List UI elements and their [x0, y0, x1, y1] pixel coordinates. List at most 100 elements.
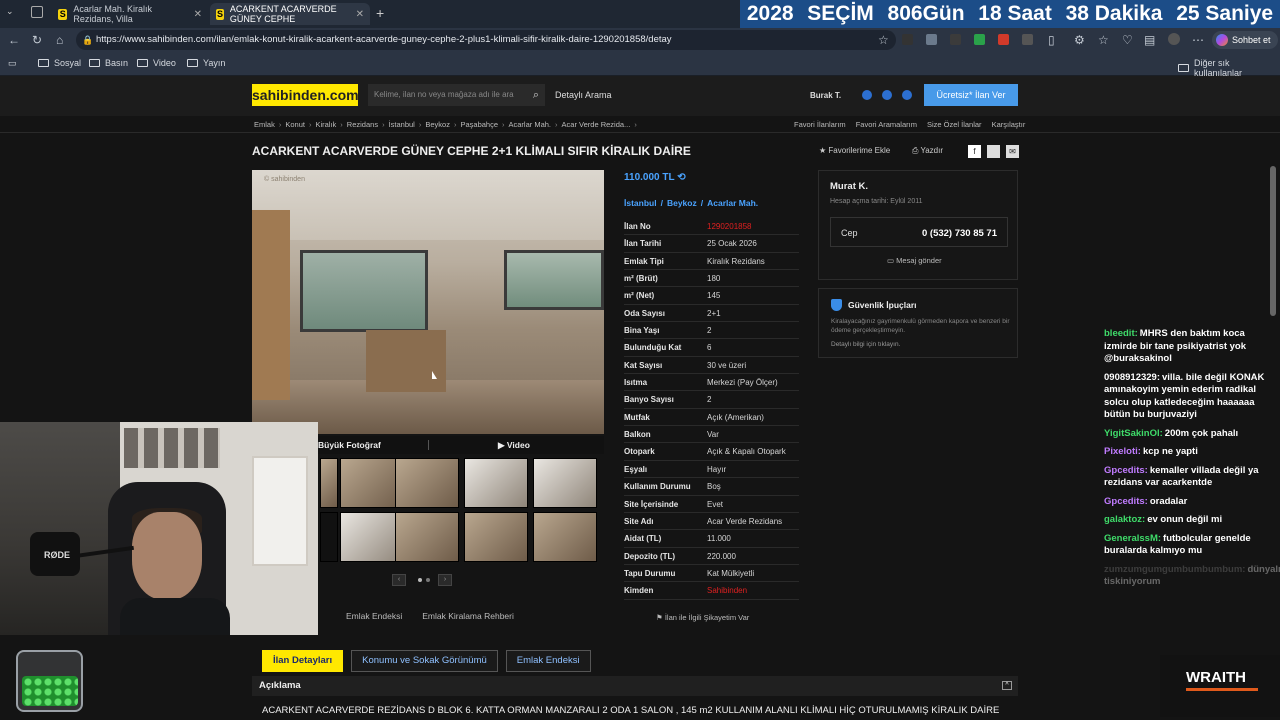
photo-thumbnail[interactable]: [464, 512, 528, 562]
email-share-icon[interactable]: ✉: [1006, 145, 1019, 158]
profile-avatar[interactable]: [1168, 33, 1180, 45]
page-dot[interactable]: [418, 578, 422, 582]
detail-row: m² (Net) 145: [624, 287, 799, 305]
bookmark-folder[interactable]: Video: [137, 58, 176, 68]
collections-icon[interactable]: ♡: [1122, 33, 1133, 47]
main-photo[interactable]: © sahibinden: [252, 170, 604, 434]
safety-more-link[interactable]: Detaylı bilgi için tıklayın.: [831, 341, 900, 348]
favorite-listings-link[interactable]: Favori İlanlarım: [794, 120, 846, 129]
description-header[interactable]: Açıklama ^: [252, 676, 1018, 696]
photo-thumbnail[interactable]: [395, 458, 459, 508]
extension-icon[interactable]: [974, 34, 985, 45]
refresh-icon[interactable]: ↻: [32, 33, 42, 47]
rental-guide-link[interactable]: Emlak Kiralama Rehberi: [422, 611, 514, 621]
breadcrumb-item[interactable]: Beykoz: [425, 120, 450, 129]
countdown-label: SEÇİM: [807, 2, 874, 25]
photo-thumbnail[interactable]: [533, 512, 597, 562]
sahibinden-favicon-icon: S: [58, 8, 68, 20]
tab-real-estate-index[interactable]: Emlak Endeksi: [505, 650, 591, 672]
bookmark-folder[interactable]: Yayın: [187, 58, 225, 68]
search-placeholder: Kelime, ilan no veya mağaza adı ile ara: [374, 90, 514, 99]
breadcrumb-item[interactable]: Acarlar Mah.: [509, 120, 552, 129]
add-favorite-link[interactable]: ★ Favorilerime Ekle: [819, 146, 890, 155]
photo-thumbnail[interactable]: [533, 458, 597, 508]
chat-text: kcp ne yapti: [1142, 446, 1198, 457]
bookmark-folder[interactable]: Sosyal: [38, 58, 81, 68]
messages-icon[interactable]: [862, 90, 872, 100]
tab-listing-details[interactable]: İlan Detayları: [262, 650, 344, 672]
extension-icon[interactable]: [902, 34, 913, 45]
price-history-icon[interactable]: ⟲: [677, 172, 685, 183]
photo-thumbnail[interactable]: [464, 458, 528, 508]
new-tab-icon[interactable]: +: [376, 5, 384, 21]
browser-tab-1[interactable]: S Acarlar Mah. Kiralık Rezidans, Villa ✕: [52, 3, 208, 25]
photo-thumbnail[interactable]: [395, 512, 459, 562]
detailed-search-link[interactable]: Detaylı Arama: [555, 90, 612, 100]
location-district[interactable]: Beykoz: [667, 198, 697, 208]
workspaces-icon[interactable]: [31, 6, 43, 18]
real-estate-index-link[interactable]: Emlak Endeksi: [346, 611, 402, 621]
compare-link[interactable]: Karşılaştır: [992, 120, 1026, 129]
url-text: https://www.sahibinden.com/ilan/emlak-ko…: [96, 34, 672, 45]
extension-icon[interactable]: [1022, 34, 1033, 45]
big-photo-button[interactable]: Büyük Fotoğraf: [318, 440, 381, 450]
close-icon[interactable]: ✕: [356, 9, 364, 20]
favorites-icon[interactable]: [902, 90, 912, 100]
scrollbar[interactable]: [1270, 166, 1276, 316]
more-icon[interactable]: ⋯: [1192, 33, 1204, 47]
copilot-chat-button[interactable]: Sohbet et: [1212, 31, 1278, 49]
photo-thumbnail[interactable]: [320, 512, 338, 562]
close-icon[interactable]: ✕: [194, 9, 202, 20]
extensions-icon[interactable]: ⚙: [1074, 33, 1085, 47]
page-dot[interactable]: [426, 578, 430, 582]
personal-listings-link[interactable]: Size Özel İlanlar: [927, 120, 982, 129]
tab-actions-icon[interactable]: ⌄: [6, 6, 20, 20]
video-button[interactable]: ▶ Video: [498, 440, 530, 451]
print-link[interactable]: ⎙ Yazdır: [912, 146, 943, 156]
send-message-link[interactable]: ▭ Mesaj gönder: [887, 256, 942, 265]
bookmark-folder[interactable]: Basın: [89, 58, 128, 68]
location-neighborhood[interactable]: Acarlar Mah.: [707, 198, 758, 208]
location-city[interactable]: İstanbul: [624, 198, 657, 208]
breadcrumb-item[interactable]: Konut: [285, 120, 305, 129]
user-menu[interactable]: Burak T.: [810, 91, 841, 100]
breadcrumb-item[interactable]: Kiralık: [315, 120, 336, 129]
extension-icon[interactable]: [926, 34, 937, 45]
seller-name[interactable]: Murat K.: [830, 181, 868, 192]
search-input[interactable]: Kelime, ilan no veya mağaza adı ile ara …: [368, 84, 545, 106]
home-icon[interactable]: ⌂: [56, 33, 63, 47]
other-bookmarks-folder[interactable]: Diğer sık kullanılanlar: [1178, 58, 1280, 78]
breadcrumb-item[interactable]: İstanbul: [389, 120, 415, 129]
report-label: İlan ile İlgili Şikayetim Var: [664, 613, 750, 622]
tab-location-street-view[interactable]: Konumu ve Sokak Görünümü: [351, 650, 498, 672]
url-input[interactable]: 🔒 https://www.sahibinden.com/ilan/emlak-…: [76, 30, 896, 50]
site-logo[interactable]: sahibinden.com: [252, 84, 359, 106]
extension-icon[interactable]: [998, 34, 1009, 45]
breadcrumb-item[interactable]: Paşabahçe: [460, 120, 498, 129]
wallet-icon[interactable]: ▤: [1144, 33, 1155, 47]
collapse-icon[interactable]: ^: [1002, 681, 1012, 690]
favorite-star-icon[interactable]: ☆: [878, 33, 889, 47]
phone-number[interactable]: 0 (532) 730 85 71: [922, 228, 997, 239]
notifications-icon[interactable]: [882, 90, 892, 100]
next-page-icon[interactable]: ›: [438, 574, 452, 586]
twitter-share-icon[interactable]: [987, 145, 1000, 158]
breadcrumb-item[interactable]: Acar Verde Rezida...: [562, 120, 631, 129]
bookmarks-panel-icon[interactable]: ▭: [8, 58, 17, 69]
split-screen-icon[interactable]: ▯: [1048, 33, 1055, 47]
breadcrumb-item[interactable]: Rezidans: [347, 120, 378, 129]
extension-icon[interactable]: [950, 34, 961, 45]
favorites-icon[interactable]: ☆: [1098, 33, 1109, 47]
back-icon[interactable]: ←: [8, 33, 20, 47]
report-listing-link[interactable]: ⚑ İlan ile İlgili Şikayetim Var: [656, 613, 749, 622]
search-icon[interactable]: ⌕: [533, 84, 539, 106]
prev-page-icon[interactable]: ‹: [392, 574, 406, 586]
detail-label: Otopark: [624, 447, 655, 457]
post-ad-button[interactable]: Ücretsiz* İlan Ver: [924, 84, 1018, 106]
photo-thumbnail[interactable]: [320, 458, 338, 508]
breadcrumb-item[interactable]: Emlak: [254, 120, 275, 129]
facebook-share-icon[interactable]: f: [968, 145, 981, 158]
browser-tab-2[interactable]: S ACARKENT ACARVERDE GÜNEY CEPHE ✕: [210, 3, 370, 25]
favorite-searches-link[interactable]: Favori Aramalarım: [856, 120, 917, 129]
detail-label: Emlak Tipi: [624, 256, 664, 266]
